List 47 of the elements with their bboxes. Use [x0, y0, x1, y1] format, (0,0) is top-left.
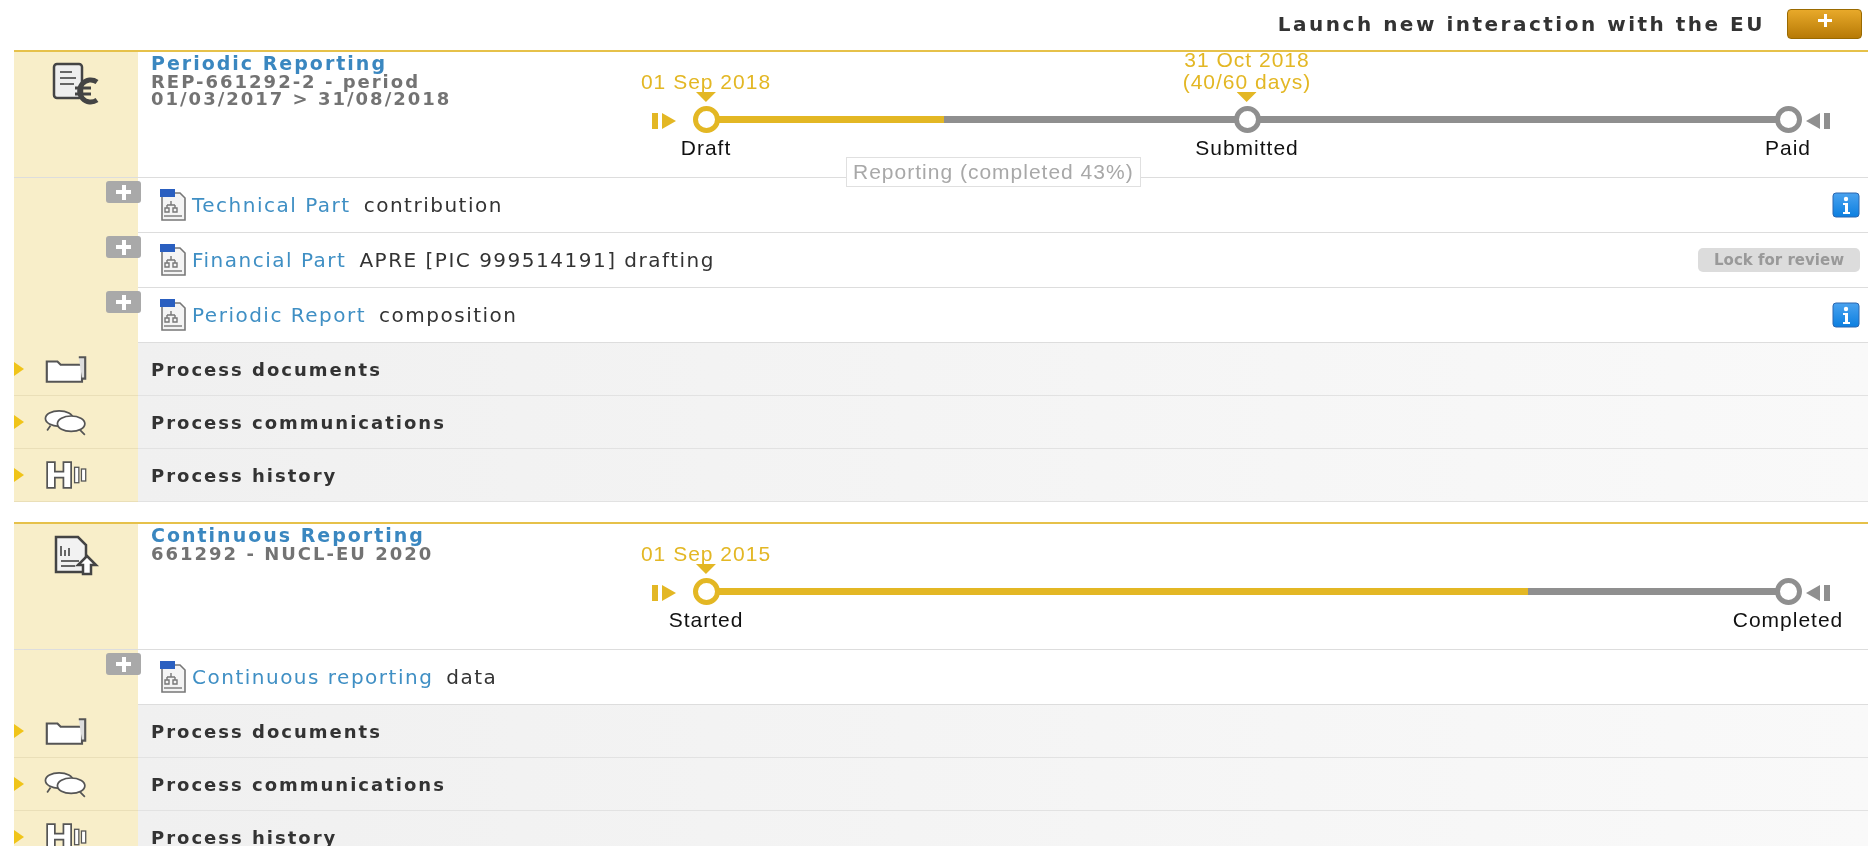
tooltip: Reporting (completed 43%): [846, 157, 1141, 187]
item-status: APRE [PIC 999514191] drafting: [359, 248, 715, 272]
pointer-icon: [696, 92, 716, 102]
info-icon[interactable]: [1832, 302, 1860, 328]
caret-icon[interactable]: [14, 777, 24, 791]
milestone-date: (40/60 days): [1182, 71, 1312, 93]
item-link[interactable]: Periodic Report: [192, 303, 367, 327]
item-status: composition: [379, 303, 518, 327]
section-header[interactable]: Process communications: [151, 411, 446, 433]
item-status: contribution: [363, 193, 503, 217]
section-header[interactable]: Process communications: [151, 773, 446, 795]
milestone-date: 01 Sep 2018: [640, 71, 772, 93]
section-header[interactable]: Process documents: [151, 720, 382, 742]
caret-icon[interactable]: [14, 830, 24, 844]
item-status: data: [446, 665, 498, 689]
item-link[interactable]: Financial Part: [192, 248, 347, 272]
milestone-label: Started: [668, 608, 744, 632]
milestone-date: 01 Sep 2015: [640, 543, 772, 565]
section-header[interactable]: Process history: [151, 464, 338, 486]
item-link[interactable]: Technical Part: [192, 193, 351, 217]
milestone-label: Draft: [680, 136, 732, 160]
document-icon: [158, 243, 188, 277]
document-icon: [158, 188, 188, 222]
process-title[interactable]: Continuous Reporting: [151, 526, 650, 545]
milestone-label: Paid: [1765, 136, 1811, 160]
caret-icon[interactable]: [14, 724, 24, 738]
milestone-label: Submitted: [1195, 136, 1299, 160]
caret-icon[interactable]: [14, 415, 24, 429]
document-euro-icon: [51, 62, 101, 106]
expand-button[interactable]: [106, 181, 141, 203]
add-button[interactable]: [1787, 9, 1862, 39]
caret-icon[interactable]: [14, 362, 24, 376]
document-icon: [158, 298, 188, 332]
info-icon[interactable]: [1832, 192, 1860, 218]
expand-button[interactable]: [106, 236, 141, 258]
expand-button[interactable]: [106, 291, 141, 313]
section-header[interactable]: Process documents: [151, 358, 382, 380]
milestone-label: Completed: [1732, 608, 1844, 632]
pointer-icon: [696, 564, 716, 574]
process-title[interactable]: Periodic Reporting: [151, 54, 650, 73]
document-icon: [158, 660, 188, 694]
pointer-icon: [1237, 92, 1257, 102]
milestone-date: 31 Oct 2018: [1184, 49, 1310, 71]
expand-button[interactable]: [106, 653, 141, 675]
item-link[interactable]: Continuous reporting: [192, 665, 434, 689]
caret-icon[interactable]: [14, 468, 24, 482]
launch-label: Launch new interaction with the EU: [1277, 12, 1765, 36]
